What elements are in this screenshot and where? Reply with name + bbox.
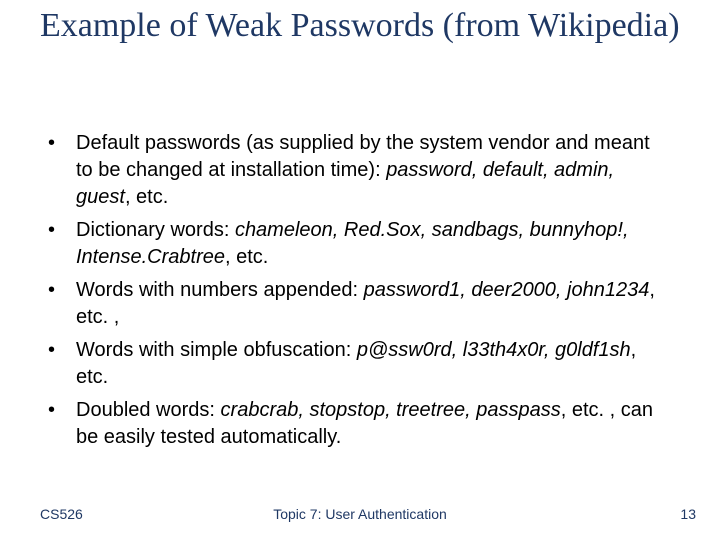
slide: Example of Weak Passwords (from Wikipedi… — [0, 0, 720, 540]
bullet-examples: password1, deer2000, john1234 — [364, 279, 650, 301]
bullet-list: Default passwords (as supplied by the sy… — [40, 130, 660, 451]
bullet-tail: , etc. — [225, 246, 268, 268]
list-item: Words with numbers appended: password1, … — [40, 277, 660, 331]
list-item: Dictionary words: chameleon, Red.Sox, sa… — [40, 217, 660, 271]
bullet-lead: Words with simple obfuscation: — [76, 339, 357, 361]
bullet-examples: crabcrab, stopstop, treetree, passpass — [221, 399, 561, 421]
slide-title: Example of Weak Passwords (from Wikipedi… — [40, 6, 680, 45]
bullet-tail: , etc. — [125, 186, 168, 208]
slide-body: Default passwords (as supplied by the sy… — [40, 130, 660, 457]
slide-footer: CS526 Topic 7: User Authentication 13 — [0, 500, 720, 522]
list-item: Default passwords (as supplied by the sy… — [40, 130, 660, 211]
list-item: Doubled words: crabcrab, stopstop, treet… — [40, 397, 660, 451]
list-item: Words with simple obfuscation: p@ssw0rd,… — [40, 337, 660, 391]
bullet-lead: Dictionary words: — [76, 219, 235, 241]
bullet-lead: Words with numbers appended: — [76, 279, 364, 301]
footer-topic: Topic 7: User Authentication — [0, 506, 720, 522]
bullet-lead: Doubled words: — [76, 399, 221, 421]
bullet-examples: p@ssw0rd, l33th4x0r, g0ldf1sh — [357, 339, 631, 361]
footer-page-number: 13 — [680, 506, 696, 522]
